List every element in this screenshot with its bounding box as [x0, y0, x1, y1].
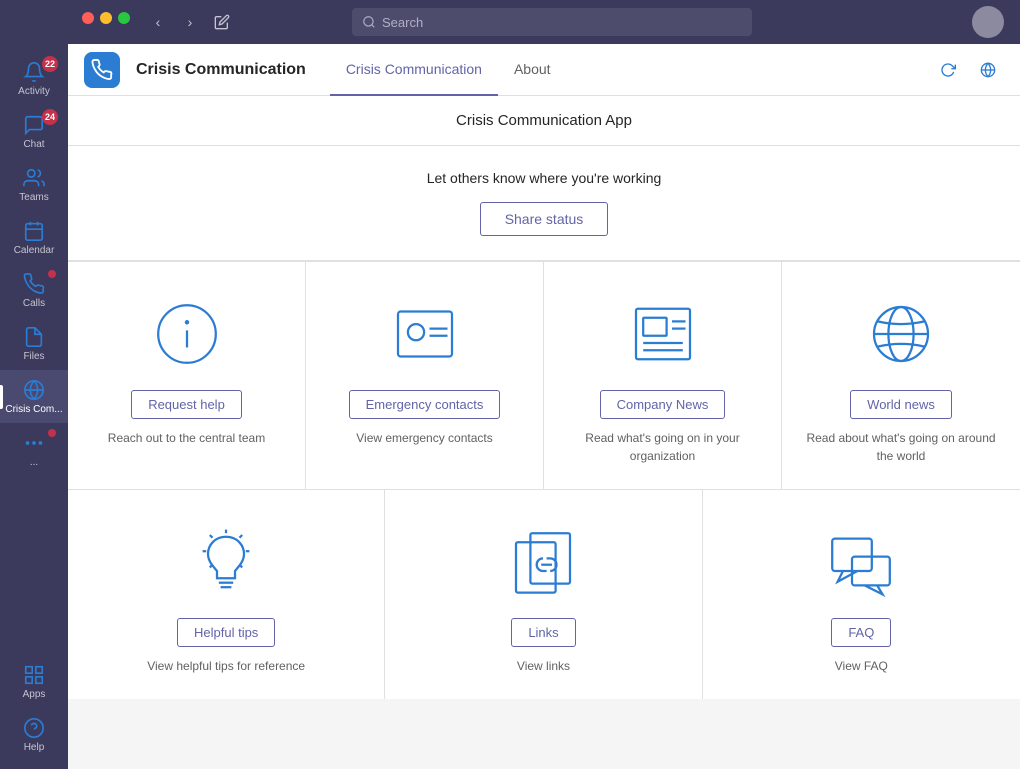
sidebar-item-help-label: Help [24, 742, 45, 753]
back-button[interactable]: ‹ [144, 8, 172, 36]
search-bar[interactable]: Search [352, 8, 752, 36]
grid-cell-links[interactable]: Links View links [385, 490, 702, 699]
sidebar-item-activity-label: Activity [18, 86, 50, 97]
faq-button[interactable]: FAQ [831, 618, 891, 647]
sidebar-item-files[interactable]: Files [0, 317, 68, 370]
tab-about-label: About [514, 61, 551, 77]
sidebar: 22 Activity 24 Chat Teams [0, 0, 68, 769]
traffic-lights [68, 0, 144, 36]
company-news-desc: Read what's going on in your organizatio… [560, 429, 765, 465]
app-header: Crisis Communication Crisis Communicatio… [68, 44, 1020, 96]
apps-icon [22, 663, 46, 687]
content-area: Crisis Communication App Let others know… [68, 96, 1020, 769]
calls-icon [22, 272, 46, 296]
banner: Crisis Communication App [68, 96, 1020, 146]
links-icon [503, 522, 583, 602]
sidebar-item-chat-label: Chat [23, 139, 44, 150]
grid-cell-helpful-tips[interactable]: Helpful tips View helpful tips for refer… [68, 490, 385, 699]
globe-button[interactable] [972, 54, 1004, 86]
chat-badge: 24 [42, 109, 58, 125]
sidebar-item-calendar[interactable]: Calendar [0, 211, 68, 264]
share-status-button[interactable]: Share status [480, 202, 609, 236]
grid-row-2: Helpful tips View helpful tips for refer… [68, 489, 1020, 699]
sidebar-item-teams[interactable]: Teams [0, 158, 68, 211]
world-news-icon [861, 294, 941, 374]
request-help-icon [147, 294, 227, 374]
sidebar-item-help[interactable]: Help [0, 708, 68, 761]
faq-icon [821, 522, 901, 602]
forward-button[interactable]: › [176, 8, 204, 36]
emergency-contacts-button[interactable]: Emergency contacts [349, 390, 501, 419]
sidebar-item-files-label: Files [23, 351, 44, 362]
share-status-text: Let others know where you're working [84, 170, 1004, 186]
tab-crisis-communication[interactable]: Crisis Communication [330, 44, 498, 96]
request-help-button[interactable]: Request help [131, 390, 242, 419]
main-area: ‹ › Search Crisis Communication [68, 0, 1020, 769]
world-news-desc: Read about what's going on around the wo… [798, 429, 1004, 465]
compose-button[interactable] [208, 8, 236, 36]
world-news-button[interactable]: World news [850, 390, 952, 419]
app-title: Crisis Communication [136, 61, 306, 79]
tab-about[interactable]: About [498, 44, 567, 96]
header-actions [932, 54, 1004, 86]
grid-cell-emergency-contacts[interactable]: Emergency contacts View emergency contac… [306, 262, 544, 489]
helpful-tips-desc: View helpful tips for reference [147, 657, 305, 675]
refresh-button[interactable] [932, 54, 964, 86]
sidebar-item-chat[interactable]: 24 Chat [0, 105, 68, 158]
files-icon [22, 325, 46, 349]
company-news-button[interactable]: Company News [600, 390, 726, 419]
grid-row-1: Request help Reach out to the central te… [68, 261, 1020, 489]
activity-badge: 22 [42, 56, 58, 72]
faq-desc: View FAQ [835, 657, 888, 675]
app-name-label: Crisis Communication App [84, 112, 1004, 129]
app-tabs: Crisis Communication About [330, 44, 567, 96]
links-button[interactable]: Links [511, 618, 575, 647]
active-indicator [0, 385, 3, 409]
emergency-contacts-icon [385, 294, 465, 374]
emergency-contacts-desc: View emergency contacts [356, 429, 493, 447]
minimize-button[interactable] [100, 12, 112, 24]
company-news-icon [623, 294, 703, 374]
crisis-icon [22, 378, 46, 402]
sidebar-item-activity[interactable]: 22 Activity [0, 52, 68, 105]
app-logo [84, 52, 120, 88]
sidebar-item-crisis-label: Crisis Com... [5, 404, 62, 415]
nav-buttons: ‹ › [144, 8, 236, 36]
links-desc: View links [517, 657, 570, 675]
helpful-tips-button[interactable]: Helpful tips [177, 618, 275, 647]
tab-crisis-communication-label: Crisis Communication [346, 61, 482, 77]
titlebar: ‹ › Search [68, 0, 1020, 44]
sidebar-item-crisis[interactable]: Crisis Com... [0, 370, 68, 423]
search-placeholder: Search [382, 15, 423, 30]
sidebar-item-apps[interactable]: Apps [0, 655, 68, 708]
share-status-section: Let others know where you're working Sha… [68, 146, 1020, 261]
teams-icon [22, 166, 46, 190]
grid-cell-company-news[interactable]: Company News Read what's going on in you… [544, 262, 782, 489]
request-help-desc: Reach out to the central team [108, 429, 265, 447]
content-inner: Crisis Communication App Let others know… [68, 96, 1020, 699]
sidebar-item-calls[interactable]: Calls [0, 264, 68, 317]
sidebar-item-apps-label: Apps [23, 689, 46, 700]
calls-badge [48, 270, 56, 278]
helpful-tips-icon [186, 522, 266, 602]
grid-cell-faq[interactable]: FAQ View FAQ [703, 490, 1020, 699]
more-icon [22, 431, 46, 455]
sidebar-item-teams-label: Teams [19, 192, 48, 203]
sidebar-item-calendar-label: Calendar [14, 245, 55, 256]
sidebar-item-calls-label: Calls [23, 298, 45, 309]
more-badge [48, 429, 56, 437]
help-icon [22, 716, 46, 740]
user-avatar[interactable] [972, 6, 1004, 38]
grid-cell-world-news[interactable]: World news Read about what's going on ar… [782, 262, 1020, 489]
sidebar-item-more[interactable]: ... [0, 423, 68, 476]
maximize-button[interactable] [118, 12, 130, 24]
calendar-icon [22, 219, 46, 243]
close-button[interactable] [82, 12, 94, 24]
grid-cell-request-help[interactable]: Request help Reach out to the central te… [68, 262, 306, 489]
